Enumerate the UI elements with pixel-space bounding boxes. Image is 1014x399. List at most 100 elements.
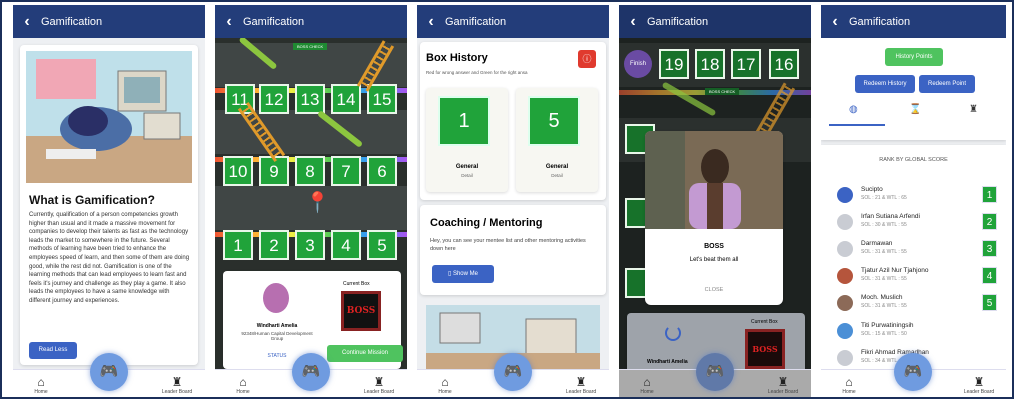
loading-spinner-icon [665,325,681,341]
box-detail[interactable]: Detail [426,173,508,178]
history-points-button[interactable]: History Points [885,48,943,66]
game-controller-button[interactable]: 🎮 [90,353,128,391]
box-number: 5 [528,96,580,146]
read-less-button[interactable]: Read Less [29,342,77,359]
nav-home-label: Home [438,389,452,395]
globe-icon: ◍ [849,104,858,115]
rank-badge: 3 [982,240,997,257]
header-title: Gamification [445,15,507,28]
article-card: What is Gamification? Currently, qualifi… [20,45,198,365]
tab-period[interactable]: ⌛ [909,104,921,115]
leaderboard-row[interactable]: Tjatur Azil Nur Tjahjono SOL : 31 & WTL … [837,266,997,286]
board-tile[interactable]: 18 [695,49,725,79]
nav-leaderboard[interactable]: ♜ Leader Board [359,375,399,396]
boss-modal: BOSS Let's beat them all CLOSE [645,131,783,305]
boss-check-label: BOSS CHECK [293,43,328,50]
nav-home[interactable]: ⌂ Home [223,376,263,396]
leaderboard-row[interactable]: Irfan Sutiana Arfendi SOL : 30 & WTL : 5… [837,212,997,232]
trophy-icon: ♜ [973,375,985,389]
redeem-point-button[interactable]: Redeem Point [919,75,975,93]
nav-leaderboard-label: Leader Board [363,389,395,395]
boss-check-label: BOSS CHECK [705,88,740,95]
home-icon: ⌂ [37,375,45,389]
rank-title: RANK BY GLOBAL SCORE [879,157,948,163]
leaderboard-row[interactable]: Titi Purwatiningsih SOL : 15 & WTL : 50 [837,321,997,341]
panel-what-is-gamification: ‹ Gamification What is Gamification? Cur… [13,5,205,397]
back-arrow-icon[interactable]: ‹ [13,13,41,31]
game-controller-button[interactable]: 🎮 [292,353,330,391]
board-tile[interactable]: 5 [367,230,397,260]
info-icon[interactable]: ⓘ [578,50,596,68]
nav-home[interactable]: ⌂ Home [829,376,869,396]
close-button[interactable]: CLOSE [645,287,783,293]
boss-illustration [645,131,783,229]
nav-home[interactable]: ⌂ Home [627,376,667,396]
app-header: ‹ Gamification [619,5,811,38]
back-arrow-icon[interactable]: ‹ [417,13,445,31]
board-tile[interactable]: 4 [331,230,361,260]
back-arrow-icon[interactable]: ‹ [215,13,243,31]
board-tile[interactable]: 13 [295,84,325,114]
leaderboard-row[interactable]: Moch. Muslich SOL : 31 & WTL : 55 5 [837,293,997,313]
nav-leaderboard-label: Leader Board [963,389,995,395]
user-name: Windharti Amelia [647,359,688,365]
panel-box-history: ‹ Gamification Box History ⓘ Red for wro… [417,5,609,397]
board-tile[interactable]: 3 [295,230,325,260]
article-heading: What is Gamification? [29,193,156,207]
board-tile[interactable]: 19 [659,49,689,79]
app-header: ‹ Gamification [821,5,1006,38]
nav-home[interactable]: ⌂ Home [21,375,61,396]
leaderboard-row[interactable]: Darmawan SOL : 31 & WTL : 55 3 [837,239,997,259]
nav-leaderboard-label: Leader Board [565,389,597,395]
avatar [837,323,853,339]
nav-leaderboard[interactable]: ♜ Leader Board [763,376,803,396]
avatar [837,295,853,311]
illustration-image [26,51,192,183]
nav-leaderboard[interactable]: ♜ Leader Board [561,375,601,396]
box-detail[interactable]: Detail [516,173,598,178]
screenshot-strip: ‹ Gamification What is Gamification? Cur… [0,0,1014,399]
nav-home-label: Home [842,389,856,395]
board-tile[interactable]: 12 [259,84,289,114]
nav-leaderboard[interactable]: ♜ Leader Board [959,375,999,396]
trophy-icon: ♜ [373,375,385,389]
game-controller-button[interactable]: 🎮 [696,353,734,391]
gamepad-icon: 🎮 [705,363,725,380]
leaderboard-row[interactable]: Sucipto SOL : 21 & WTL : 65 1 [837,185,997,205]
board-tile[interactable]: 7 [331,156,361,186]
history-box[interactable]: 5 General Detail [516,88,598,192]
nav-home[interactable]: ⌂ Home [425,375,465,396]
history-box[interactable]: 1 General Detail [426,88,508,192]
back-arrow-icon[interactable]: ‹ [619,13,647,31]
tab-trophy[interactable]: ♜ [969,104,978,115]
avatar [837,268,853,284]
show-me-button[interactable]: ▯ Show Me [432,265,494,283]
board-tile[interactable]: 8 [295,156,325,186]
rank-badge: 2 [982,213,997,230]
avatar [837,350,853,366]
nav-leaderboard[interactable]: ♜ Leader Board [157,375,197,396]
board-tile[interactable]: 16 [769,49,799,79]
board-tile[interactable]: 17 [731,49,761,79]
redeem-history-button[interactable]: Redeem History [855,75,915,93]
board-tile[interactable]: 15 [367,84,397,114]
board-tile[interactable]: 6 [367,156,397,186]
trophy-icon: ♜ [575,375,587,389]
tab-global[interactable]: ◍ [849,104,858,115]
header-title: Gamification [647,15,709,28]
boss-box: BOSS [745,329,785,369]
trophy-icon: ♜ [171,375,183,389]
board-tile[interactable]: 1 [223,230,253,260]
home-icon: ⌂ [441,375,449,389]
continue-mission-button[interactable]: Continue Mission [327,345,403,362]
board-tile[interactable]: 14 [331,84,361,114]
coaching-card: Coaching / Mentoring Hey, you can see yo… [420,205,606,295]
player-name: Titi Purwatiningsih [861,322,914,329]
back-arrow-icon[interactable]: ‹ [821,13,849,31]
player-name: Moch. Muslich [861,294,903,301]
active-tab-indicator [829,124,885,126]
board-tile[interactable]: 10 [223,156,253,186]
board-tile[interactable]: 2 [259,230,289,260]
game-controller-button[interactable]: 🎮 [494,353,532,391]
game-controller-button[interactable]: 🎮 [894,353,932,391]
